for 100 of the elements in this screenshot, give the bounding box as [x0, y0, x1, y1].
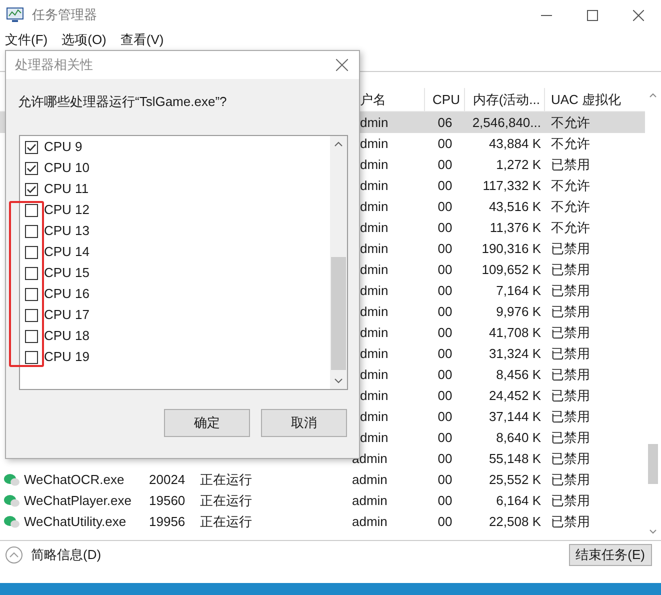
checkbox[interactable] [25, 350, 38, 364]
cpu-cell-text: 00 [438, 282, 452, 300]
uac-cell: 已禁用 [551, 514, 590, 529]
memory-cell-text: 7,164 K [496, 282, 541, 300]
uac-cell: 不允许 [551, 178, 590, 193]
cpu-option[interactable]: CPU 14 [20, 242, 330, 262]
checkbox[interactable] [25, 182, 38, 196]
dialog-button[interactable]: 取消 [261, 408, 347, 436]
scrollbar[interactable] [330, 136, 347, 388]
scroll-thumb[interactable] [648, 444, 658, 484]
cpu-option[interactable]: CPU 10 [20, 158, 330, 178]
uac-cell: 不允许 [551, 198, 590, 214]
checkbox[interactable] [25, 246, 38, 258]
scroll-thumb[interactable] [331, 256, 346, 370]
checkbox[interactable] [25, 288, 38, 300]
uac-cell: 已禁用 [551, 304, 590, 319]
memory-cell-text: 6,164 K [496, 492, 541, 510]
cpu-cell-text: 00 [438, 408, 452, 426]
uac-cell: 已禁用 [551, 430, 590, 445]
memory-cell-text: 109,652 K [482, 260, 541, 279]
menu-item[interactable]: 查看(V) [120, 30, 164, 50]
cpu-cell-text: 00 [438, 198, 452, 216]
status-cell: 正在运行 [200, 514, 252, 529]
cpu-cell-text: 00 [438, 134, 452, 153]
cpu-cell-text: 00 [438, 302, 452, 321]
user-cell: dmin [360, 178, 388, 193]
cpu-option[interactable]: CPU 13 [20, 220, 330, 242]
cpu-cell-text: 06 [438, 114, 452, 132]
memory-cell-text: 37,144 K [488, 408, 541, 426]
user-cell: dmin [360, 114, 388, 130]
process-name: WeChatPlayer.exe [24, 492, 132, 510]
chat-bubble-icon [4, 472, 20, 486]
user-cell: dmin [360, 240, 388, 256]
column-header[interactable]: 内存(活动... [465, 88, 545, 111]
pid-cell: 20024 [149, 472, 186, 487]
checkbox[interactable] [25, 224, 38, 238]
column-header[interactable]: CPU [425, 88, 465, 111]
cpu-option[interactable]: CPU 15 [20, 262, 330, 284]
user-cell: dmin [360, 220, 388, 235]
minimize-icon [540, 14, 552, 16]
cpu-cell-text: 00 [438, 344, 452, 363]
process-name: WeChatOCR.exe [24, 470, 124, 489]
cpu-option[interactable]: CPU 16 [20, 284, 330, 304]
checkbox[interactable] [25, 162, 38, 174]
memory-cell-text: 1,272 K [496, 156, 541, 174]
details-toggle[interactable]: 简略信息(D) [5, 545, 102, 565]
cpu-option[interactable]: CPU 18 [20, 326, 330, 346]
memory-cell-text: 190,316 K [482, 240, 541, 258]
uac-cell: 已禁用 [551, 492, 590, 508]
status-cell: 正在运行 [200, 492, 252, 508]
checkbox[interactable] [25, 266, 38, 280]
uac-cell: 不允许 [551, 220, 590, 235]
uac-cell: 已禁用 [551, 450, 590, 466]
user-cell: dmin [360, 430, 388, 445]
checkbox[interactable] [25, 204, 38, 216]
column-header[interactable]: UAC 虚拟化 [545, 88, 645, 111]
uac-cell: 已禁用 [551, 366, 590, 382]
cpu-cell-text: 00 [438, 240, 452, 258]
cpu-option[interactable]: CPU 11 [20, 178, 330, 200]
user-cell: dmin [360, 136, 388, 151]
end-task-button[interactable]: 结束任务(E) [568, 544, 652, 566]
memory-cell-text: 25,552 K [488, 470, 541, 489]
cpu-option[interactable]: CPU 9 [20, 136, 330, 158]
menu-item[interactable]: 文件(F) [5, 30, 48, 50]
cpu-option[interactable]: CPU 17 [20, 304, 330, 326]
cpu-cell-text: 00 [438, 386, 452, 405]
user-cell: dmin [360, 304, 388, 319]
memory-cell-text: 8,640 K [496, 428, 541, 447]
cpu-cell-text: 00 [438, 450, 452, 468]
process-name: WeChatUtility.exe [24, 512, 126, 531]
uac-cell: 已禁用 [551, 408, 590, 424]
user-cell: dmin [360, 408, 388, 424]
memory-cell-text: 43,516 K [488, 198, 541, 216]
user-cell: dmin [360, 156, 388, 172]
cpu-cell-text: 00 [438, 366, 452, 384]
memory-cell-text: 11,376 K [490, 218, 541, 237]
checkbox[interactable] [25, 308, 38, 322]
dialog-question: 允许哪些处理器运行“TslGame.exe”? [18, 93, 228, 111]
checkbox[interactable] [25, 330, 38, 342]
cpu-option[interactable]: CPU 12 [20, 200, 330, 220]
cpu-cell-text: 00 [438, 218, 452, 237]
user-cell: admin [352, 492, 388, 508]
memory-cell-text: 24,452 K [488, 386, 541, 405]
memory-cell-text: 31,324 K [488, 344, 541, 363]
memory-cell-text: 55,148 K [488, 450, 541, 468]
memory-cell-text: 117,332 K [482, 176, 541, 195]
chat-bubble-icon [4, 514, 20, 528]
close-icon [632, 10, 644, 20]
checkbox[interactable] [25, 140, 38, 154]
memory-cell-text: 2,546,840... [472, 114, 541, 132]
uac-cell: 已禁用 [551, 262, 590, 277]
user-cell: dmin [360, 198, 388, 214]
user-cell: dmin [360, 346, 388, 361]
dialog-button[interactable]: 确定 [164, 408, 250, 436]
user-cell: dmin [360, 324, 388, 340]
window-title: 任务管理器 [32, 6, 97, 24]
memory-cell-text: 43,884 K [488, 134, 541, 153]
close-icon [336, 59, 348, 71]
cpu-option[interactable]: CPU 19 [20, 346, 330, 368]
menu-item[interactable]: 选项(O) [62, 30, 106, 50]
